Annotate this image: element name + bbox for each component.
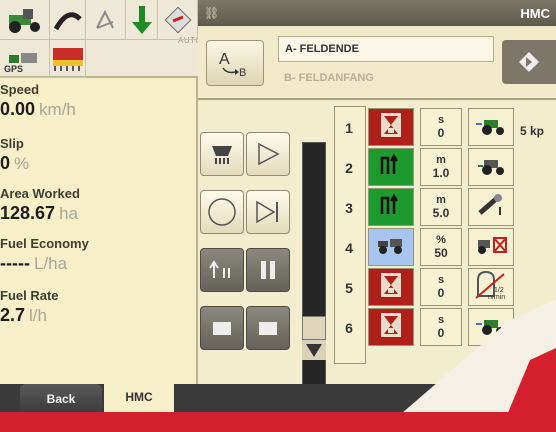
metric-unit: % <box>14 154 30 173</box>
hourglass-icon <box>380 112 402 143</box>
metric-value: ----- <box>0 253 30 273</box>
sequence-record-icon <box>212 146 232 164</box>
metric-speed: Speed 0.00 km/h <box>0 82 196 120</box>
row-number: 5 <box>345 280 353 296</box>
hitch-lift-icon <box>476 193 506 222</box>
metric-label: Fuel Rate <box>0 288 59 303</box>
row-number: 4 <box>345 240 353 256</box>
hmc-tab[interactable]: HMC <box>104 380 174 414</box>
value-cell-3[interactable]: m 5.0 <box>420 188 462 226</box>
link-icon: ⛓ <box>204 6 220 20</box>
metric-value: 128.67 <box>0 203 56 223</box>
value-number: 1.0 <box>432 166 450 180</box>
hitch-icon[interactable] <box>50 0 86 40</box>
metric-area-worked: Area Worked 128.67 ha <box>0 186 196 224</box>
row-number: 6 <box>345 320 353 336</box>
pause-icon <box>261 261 275 279</box>
value-number: 0 <box>437 126 445 140</box>
tractor-speed-icon <box>474 114 508 141</box>
step-forward-icon <box>256 200 278 224</box>
record-button[interactable] <box>200 190 244 234</box>
metric-unit: km/h <box>39 100 76 119</box>
metric-value: 2.7 <box>0 305 26 325</box>
header-title: HMC <box>520 6 550 21</box>
tractor-rev-icon <box>474 154 508 181</box>
hourglass-icon <box>380 272 402 303</box>
svg-text:B: B <box>239 67 246 78</box>
hitch-raise-icon <box>378 152 404 183</box>
function-cell-3[interactable] <box>368 188 414 226</box>
metric-value: 0.00 <box>0 99 36 119</box>
metric-label: Slip <box>0 136 24 151</box>
tractor-icon[interactable] <box>0 0 50 40</box>
svg-text:A: A <box>219 51 230 68</box>
action-cell-2[interactable] <box>468 148 514 186</box>
row-number: 1 <box>345 120 353 136</box>
auto-steer-icon[interactable]: AUTO <box>86 0 202 45</box>
sequence-a-field[interactable]: A- FELDENDE <box>278 36 494 62</box>
action-cell-4[interactable] <box>468 228 514 266</box>
ab-sequence-button[interactable]: A B <box>206 40 264 86</box>
lift-button[interactable] <box>200 248 244 292</box>
lift-icon <box>209 260 230 278</box>
step-forward-button[interactable] <box>246 190 290 234</box>
record-sequence-button[interactable] <box>200 132 244 176</box>
stop-alt-button[interactable] <box>246 306 290 350</box>
value-number: 0 <box>437 286 445 300</box>
row-number: 2 <box>345 160 353 176</box>
red-slash-decoration <box>360 300 556 432</box>
value-number: 5.0 <box>432 206 450 220</box>
function-cell-2[interactable] <box>368 148 414 186</box>
row-number: 3 <box>345 200 353 216</box>
row-note: 5 kp <box>520 124 545 138</box>
play-icon <box>258 142 280 166</box>
metric-fuel-rate: Fuel Rate 2.7 l/h <box>0 288 196 326</box>
hitch-raise-icon <box>378 192 404 223</box>
planter-icon[interactable] <box>50 40 86 78</box>
sequence-b-field[interactable]: B- FELDANFANG <box>278 66 494 92</box>
stop-icon <box>259 322 277 335</box>
metric-label: Speed <box>0 82 40 97</box>
ab-swap-icon: A B <box>219 51 246 78</box>
stop-icon <box>213 322 231 335</box>
metric-unit: L/ha <box>33 254 68 273</box>
svg-text:1/2: 1/2 <box>494 287 504 294</box>
sequence-bar: A B A- FELDENDE B- FELDANFANG <box>198 26 556 100</box>
down-arrow-icon[interactable] <box>126 0 158 40</box>
stop-button[interactable] <box>200 306 244 350</box>
function-cell-4[interactable] <box>368 228 414 266</box>
metric-unit: l/h <box>29 306 47 325</box>
action-cell-1[interactable] <box>468 108 514 146</box>
tractor-cancel-icon <box>474 234 508 261</box>
implement-icon[interactable] <box>158 0 198 40</box>
metric-unit: ha <box>59 204 78 223</box>
metric-label: Area Worked <box>0 186 80 201</box>
pause-button[interactable] <box>246 248 290 292</box>
metric-fuel-economy: Fuel Economy ----- L/ha <box>0 236 196 274</box>
header-strip: ⛓ HMC <box>198 0 556 26</box>
gps-label: GPS <box>4 64 24 74</box>
sequence-next-button[interactable] <box>502 40 556 84</box>
value-cell-2[interactable]: m 1.0 <box>420 148 462 186</box>
value-cell-1[interactable]: s0 <box>420 108 462 146</box>
back-tab[interactable]: Back <box>20 384 102 414</box>
info-panel: AUTO GPS Speed 0.00 km/h Slip 0% Area Wor… <box>0 0 202 400</box>
tractor-drive-icon <box>376 235 406 260</box>
value-number: 50 <box>434 246 448 260</box>
play-button[interactable] <box>246 132 290 176</box>
value-cell-4[interactable]: % 50 <box>420 228 462 266</box>
metric-label: Fuel Economy <box>0 236 89 251</box>
svg-text:n/min: n/min <box>488 294 505 300</box>
action-cell-3[interactable] <box>468 188 514 226</box>
scrollbar-thumb[interactable] <box>302 316 326 340</box>
metric-value: 0 <box>0 153 11 173</box>
circle-icon <box>208 198 236 226</box>
arrow-right-icon <box>519 52 539 72</box>
metric-slip: Slip 0% <box>0 136 196 174</box>
scroll-down-icon[interactable] <box>302 340 326 360</box>
function-cell-1[interactable] <box>368 108 414 146</box>
status-icon-bar: AUTO GPS <box>0 0 202 78</box>
